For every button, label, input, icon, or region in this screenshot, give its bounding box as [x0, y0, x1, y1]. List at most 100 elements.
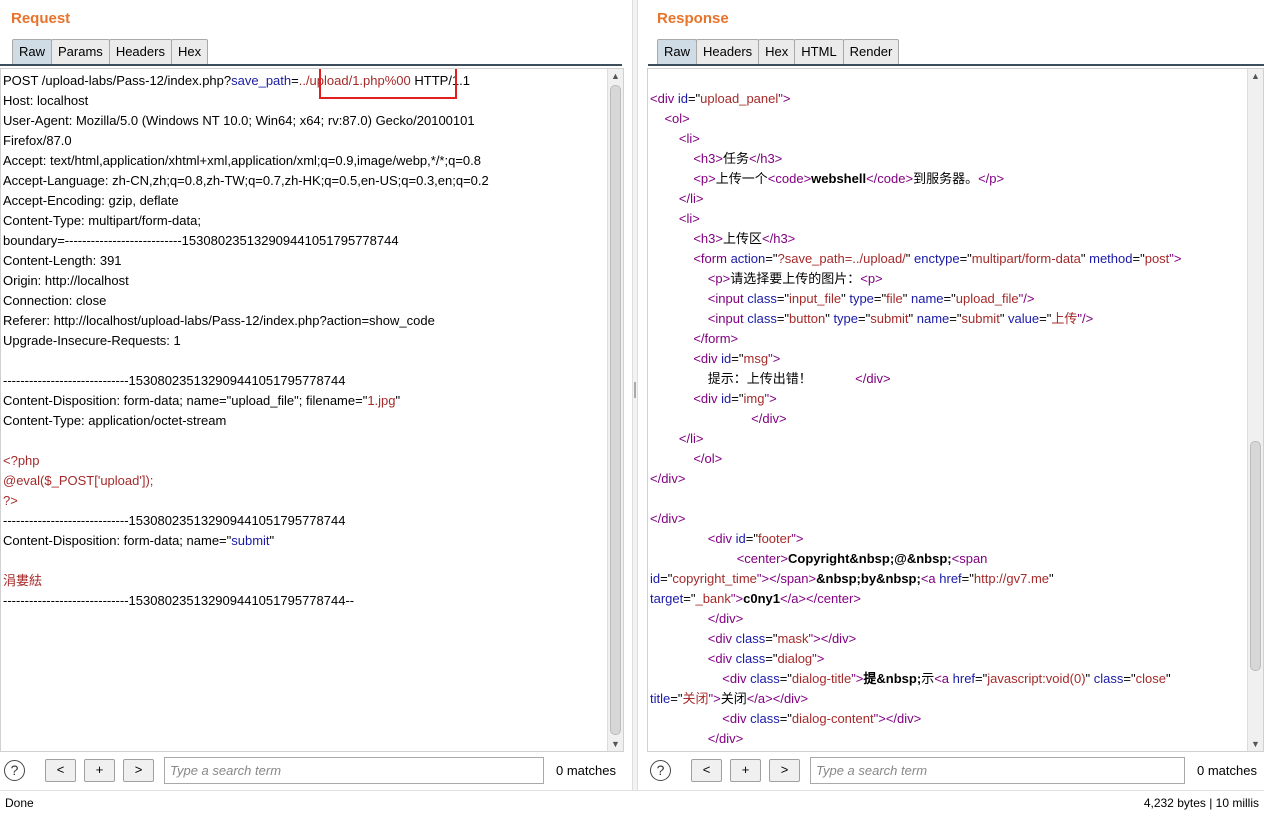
code-token: =": [1132, 251, 1145, 266]
add-button[interactable]: +: [730, 759, 761, 782]
code-token: class: [750, 711, 780, 726]
code-token: Content-Disposition: form-data; name="up…: [3, 393, 368, 408]
code-line: Origin: http://localhost: [3, 271, 605, 291]
code-token: action: [730, 251, 766, 266]
code-line: <p>请选择要上传的图片：<p>: [650, 269, 1245, 289]
code-token: ">: [851, 671, 864, 686]
status-text: Done: [5, 796, 34, 810]
code-token: http://gv7.me: [973, 571, 1050, 586]
scroll-thumb[interactable]: [610, 85, 621, 735]
help-icon[interactable]: ?: [4, 760, 25, 781]
request-matches-count: 0 matches: [556, 763, 616, 778]
code-token: target: [650, 591, 684, 606]
response-text[interactable]: <div id="upload_panel"> <ol> <li> <h3>任务…: [650, 89, 1245, 749]
code-token: =": [776, 291, 790, 306]
divider-grip-icon[interactable]: [634, 382, 636, 398]
code-token: <li>: [678, 131, 700, 146]
code-token: =: [291, 73, 299, 88]
code-token: c0ny1: [743, 591, 780, 606]
highlight-box: [319, 69, 457, 99]
response-search-input[interactable]: [810, 757, 1185, 784]
code-token: </p>: [978, 171, 1005, 186]
code-token: </center>: [806, 591, 861, 606]
next-match-button[interactable]: >: [769, 759, 800, 782]
code-line: Content-Disposition: form-data; name="up…: [3, 391, 605, 411]
next-match-button[interactable]: >: [123, 759, 154, 782]
code-token: </a>: [746, 691, 773, 706]
tab-html[interactable]: HTML: [794, 39, 844, 64]
code-token: Accept: text/html,application/xhtml+xml,…: [3, 153, 481, 168]
response-scrollbar[interactable]: ▲ ▼: [1247, 69, 1263, 751]
code-line: <div class="dialog-title">提&nbsp;示<a hre…: [650, 669, 1245, 689]
code-token: ": [1165, 671, 1171, 686]
code-token: Origin: http://localhost: [3, 273, 129, 288]
code-token: submit: [231, 533, 270, 548]
code-line: POST /upload-labs/Pass-12/index.php?save…: [3, 71, 605, 91]
code-token: =": [683, 591, 696, 606]
code-line: Content-Type: multipart/form-data;: [3, 211, 605, 231]
code-token: POST /upload-labs/Pass-12/index.php?: [3, 73, 232, 88]
code-token: footer: [757, 531, 792, 546]
code-token: <p>: [860, 271, 883, 286]
code-token: name: [910, 291, 944, 306]
code-token: </div>: [650, 471, 686, 486]
code-token: </li>: [678, 431, 704, 446]
scroll-down-icon[interactable]: ▼: [1250, 739, 1261, 749]
code-token: 1.jpg: [367, 393, 396, 408]
code-token: Copyright&nbsp;@&nbsp;: [788, 551, 952, 566]
help-icon[interactable]: ?: [650, 760, 671, 781]
code-line: <div id="footer">: [650, 529, 1245, 549]
tab-render[interactable]: Render: [842, 39, 900, 64]
code-token: class: [735, 651, 766, 666]
code-line: <ol>: [650, 109, 1245, 129]
request-scrollbar[interactable]: ▲ ▼: [607, 69, 623, 751]
code-token: dialog: [777, 651, 813, 666]
code-token: ">: [1169, 251, 1182, 266]
code-token: <ol>: [664, 111, 690, 126]
request-editor[interactable]: POST /upload-labs/Pass-12/index.php?save…: [0, 68, 624, 752]
tab-underline: [0, 64, 622, 66]
code-token: ">: [778, 91, 791, 106]
code-token: Referer: http://localhost/upload-labs/Pa…: [3, 313, 435, 328]
prev-match-button[interactable]: <: [45, 759, 76, 782]
tab-hex[interactable]: Hex: [170, 39, 209, 64]
scroll-up-icon[interactable]: ▲: [610, 71, 621, 81]
code-line: <h3>任务</h3>: [650, 149, 1245, 169]
code-token: </span>: [769, 571, 817, 586]
tab-headers[interactable]: Headers: [696, 39, 760, 64]
code-token: method: [1089, 251, 1133, 266]
tab-underline: [648, 64, 1264, 66]
tab-hex[interactable]: Hex: [758, 39, 796, 64]
code-token: Connection: close: [3, 293, 107, 308]
code-token: </li>: [678, 191, 704, 206]
scroll-down-icon[interactable]: ▼: [610, 739, 621, 749]
code-token: =": [943, 291, 956, 306]
tab-raw[interactable]: Raw: [12, 39, 53, 64]
code-token: =": [779, 711, 792, 726]
request-search-input[interactable]: [164, 757, 544, 784]
code-token: copyright_time: [672, 571, 757, 586]
code-token: =": [959, 251, 972, 266]
tab-params[interactable]: Params: [51, 39, 110, 64]
scroll-up-icon[interactable]: ▲: [1250, 71, 1261, 81]
code-token: ": [1085, 671, 1094, 686]
code-token: @eval($_POST['upload']);: [3, 473, 154, 488]
tab-headers[interactable]: Headers: [108, 39, 172, 64]
code-line: <div class="dialog-content"></div>: [650, 709, 1245, 729]
code-token: </h3>: [749, 151, 783, 166]
code-token: id: [650, 571, 661, 586]
add-button[interactable]: +: [84, 759, 115, 782]
response-editor[interactable]: <div id="upload_panel"> <ol> <li> <h3>任务…: [647, 68, 1264, 752]
tab-raw[interactable]: Raw: [657, 39, 698, 64]
code-token: <h3>: [693, 231, 723, 246]
code-line: 提示：上传出错！ </div>: [650, 369, 1245, 389]
code-token: 关闭: [682, 691, 709, 706]
request-text[interactable]: POST /upload-labs/Pass-12/index.php?save…: [3, 71, 605, 611]
prev-match-button[interactable]: <: [691, 759, 722, 782]
scroll-thumb[interactable]: [1250, 441, 1261, 671]
code-token: class: [735, 631, 766, 646]
